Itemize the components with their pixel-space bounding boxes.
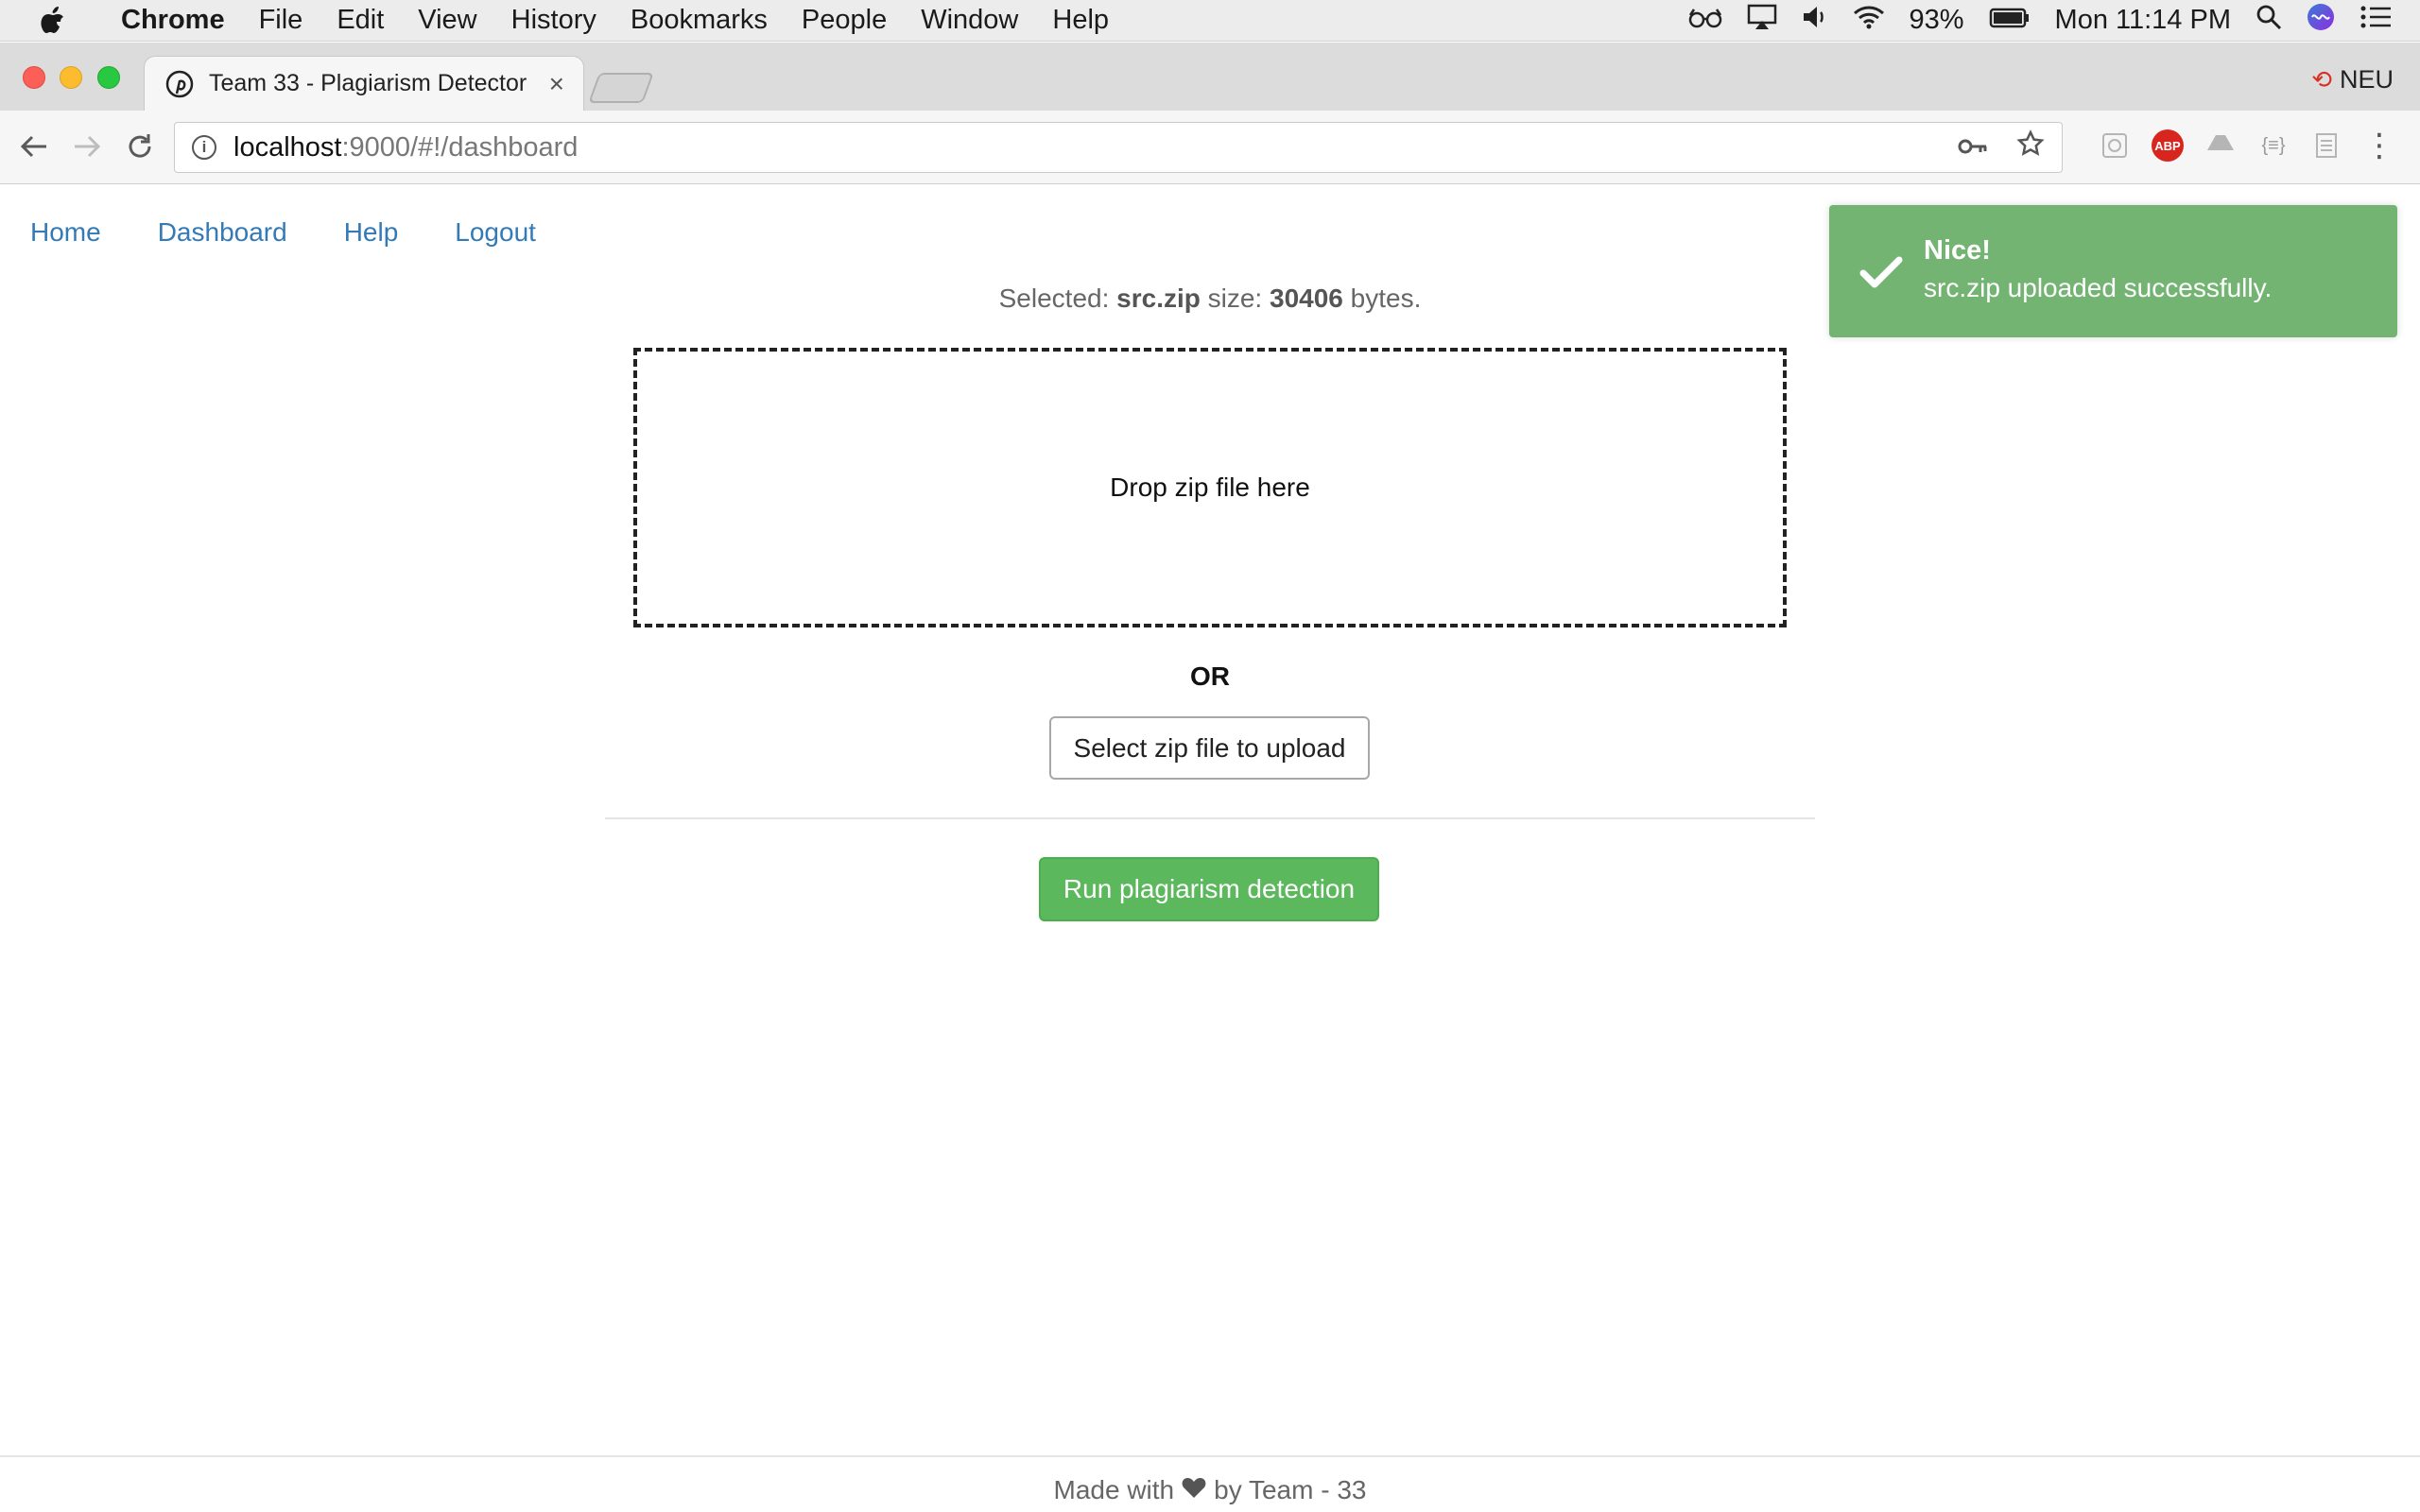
google-drive-icon[interactable] xyxy=(2204,129,2237,162)
footer-divider xyxy=(0,1455,2420,1457)
menu-file[interactable]: File xyxy=(242,5,320,36)
size-unit: bytes. xyxy=(1350,284,1422,313)
active-tab[interactable]: Team 33 - Plagiarism Detector × xyxy=(144,56,584,111)
menu-bookmarks[interactable]: Bookmarks xyxy=(614,5,785,36)
footer: Made with by Team - 33 xyxy=(0,1469,2420,1512)
apple-icon[interactable] xyxy=(0,6,104,36)
browser-toolbar: i localhost :9000/#!/dashboard ABP {≡} ⋮ xyxy=(0,111,2420,184)
footer-team: by Team - 33 xyxy=(1214,1475,1367,1504)
json-viewer-icon[interactable]: {≡} xyxy=(2257,129,2290,162)
menu-people[interactable]: People xyxy=(785,5,904,36)
close-window-button[interactable] xyxy=(23,66,45,89)
reload-button[interactable] xyxy=(121,128,159,165)
wifi-icon[interactable] xyxy=(1853,5,1885,37)
checkmark-icon xyxy=(1856,247,1907,298)
url-path: :9000/#!/dashboard xyxy=(341,131,579,163)
run-detection-button[interactable]: Run plagiarism detection xyxy=(1039,857,1379,921)
accessibility-glasses-icon[interactable] xyxy=(1688,5,1722,36)
address-bar[interactable]: i localhost :9000/#!/dashboard xyxy=(174,122,2063,173)
chrome-menu-icon[interactable]: ⋮ xyxy=(2363,128,2395,163)
back-button[interactable] xyxy=(15,128,53,165)
heart-icon xyxy=(1182,1474,1206,1506)
zoom-window-button[interactable] xyxy=(97,66,120,89)
or-separator: OR xyxy=(1190,662,1230,691)
selected-label: Selected: xyxy=(998,284,1110,313)
web-page: Home Dashboard Help Logout Selected: src… xyxy=(0,185,2420,1512)
menu-edit[interactable]: Edit xyxy=(320,5,401,36)
forward-button[interactable] xyxy=(68,128,106,165)
dropzone-label: Drop zip file here xyxy=(1110,472,1310,502)
clock[interactable]: Mon 11:14 PM xyxy=(2055,5,2231,36)
tab-title: Team 33 - Plagiarism Detector xyxy=(209,70,527,96)
adblock-plus-icon[interactable]: ABP xyxy=(2152,129,2184,162)
nav-logout-link[interactable]: Logout xyxy=(455,217,536,248)
file-size-value: 30406 xyxy=(1270,284,1343,313)
nav-dashboard-link[interactable]: Dashboard xyxy=(158,217,287,248)
menu-help[interactable]: Help xyxy=(1035,5,1126,36)
site-info-icon[interactable]: i xyxy=(192,135,216,160)
spotlight-search-icon[interactable] xyxy=(2256,4,2282,38)
nav-home-link[interactable]: Home xyxy=(30,217,101,248)
battery-percent: 93% xyxy=(1909,5,1964,35)
volume-icon[interactable] xyxy=(1802,5,1828,37)
bookmark-star-icon[interactable] xyxy=(2016,129,2045,165)
profile-button[interactable]: ⟲ NEU xyxy=(2311,65,2394,94)
url-host: localhost xyxy=(233,131,342,163)
nav-help-link[interactable]: Help xyxy=(344,217,399,248)
tab-close-icon[interactable]: × xyxy=(549,69,564,99)
minimize-window-button[interactable] xyxy=(60,66,82,89)
site-nav: Home Dashboard Help Logout xyxy=(30,217,593,248)
profile-name: NEU xyxy=(2339,65,2394,94)
menu-window[interactable]: Window xyxy=(904,5,1035,36)
footer-made-with: Made with xyxy=(1053,1475,1175,1504)
extension-grid-icon[interactable] xyxy=(2099,129,2131,162)
macos-menubar: Chrome File Edit View History Bookmarks … xyxy=(0,0,2420,42)
status-area: 93% Mon 11:14 PM xyxy=(1688,3,2420,39)
extension-page-icon[interactable] xyxy=(2310,129,2342,162)
success-toast[interactable]: Nice! src.zip uploaded successfully. xyxy=(1829,205,2397,337)
menu-chrome[interactable]: Chrome xyxy=(104,5,242,36)
zip-dropzone[interactable]: Drop zip file here xyxy=(633,348,1787,627)
key-icon[interactable] xyxy=(1958,131,1988,163)
tab-strip: Team 33 - Plagiarism Detector × ⟲ NEU xyxy=(0,43,2420,111)
sync-error-icon: ⟲ xyxy=(2311,65,2332,94)
airplay-icon[interactable] xyxy=(1747,4,1777,38)
toast-title: Nice! xyxy=(1924,235,1991,266)
pinterest-favicon-icon xyxy=(165,70,194,98)
size-label: size: xyxy=(1207,284,1263,313)
select-zip-button[interactable]: Select zip file to upload xyxy=(1049,716,1370,780)
section-divider xyxy=(605,817,1815,819)
new-tab-button[interactable] xyxy=(588,73,654,103)
selected-filename: src.zip xyxy=(1116,284,1201,313)
menu-history[interactable]: History xyxy=(494,5,614,36)
notification-center-icon[interactable] xyxy=(2360,5,2392,37)
toast-message: src.zip uploaded successfully. xyxy=(1924,273,2273,302)
battery-icon[interactable] xyxy=(1989,5,2031,36)
siri-icon[interactable] xyxy=(2307,3,2335,39)
extensions-area: ABP {≡} ⋮ xyxy=(2099,128,2395,163)
menu-view[interactable]: View xyxy=(401,5,493,36)
